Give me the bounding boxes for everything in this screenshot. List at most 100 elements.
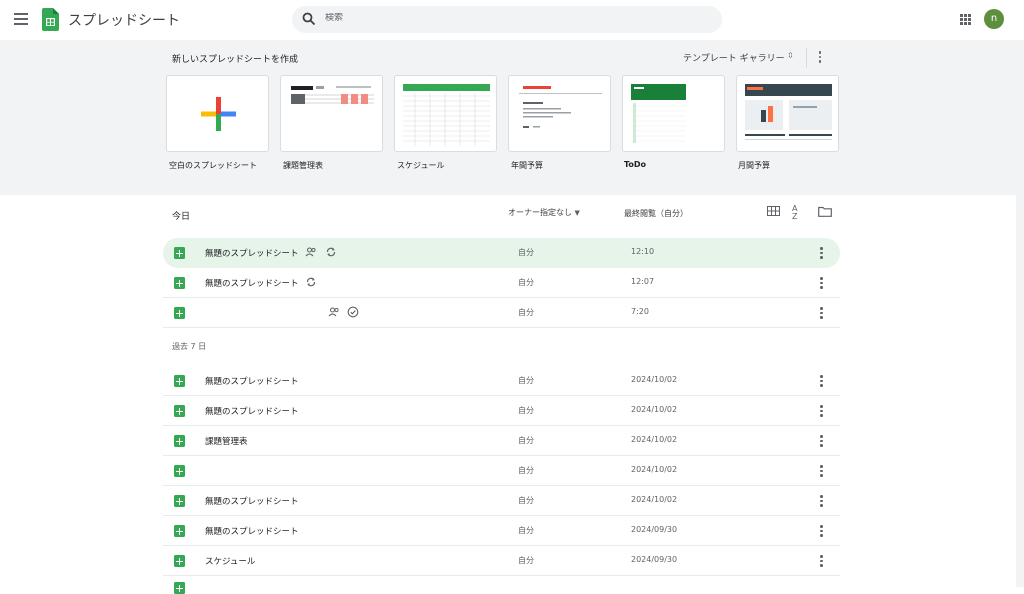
- file-name[interactable]: 課題管理表: [205, 435, 248, 447]
- template-more-options-icon[interactable]: [818, 51, 822, 64]
- file-owner: 自分: [518, 466, 534, 475]
- app-title[interactable]: スプレッドシート: [68, 10, 180, 30]
- grid-view-icon[interactable]: [767, 206, 780, 216]
- sheets-file-icon: [174, 247, 185, 259]
- file-row[interactable]: 自分 2024/10/02: [163, 456, 840, 486]
- divider: [806, 48, 807, 68]
- more-options-icon[interactable]: [820, 555, 823, 567]
- template-label[interactable]: ToDo: [624, 160, 646, 169]
- file-owner: 自分: [518, 278, 534, 287]
- sort-by-last-opened[interactable]: 最終閲覧（自分）: [624, 208, 688, 219]
- sheets-file-icon: [174, 465, 185, 477]
- template-label[interactable]: スケジュール: [397, 160, 444, 171]
- main-menu-icon[interactable]: [14, 13, 28, 25]
- sheets-file-icon: [174, 375, 185, 387]
- template-card-issue-tracker[interactable]: [280, 75, 383, 152]
- template-thumbnail: [631, 84, 686, 143]
- file-last-opened: 7:20: [631, 307, 649, 316]
- file-last-opened: 2024/10/02: [631, 375, 678, 384]
- more-options-icon[interactable]: [820, 465, 823, 477]
- sheets-logo-icon[interactable]: [42, 8, 59, 35]
- file-row[interactable]: 無題のスプレッドシート 自分 2024/09/30: [163, 516, 840, 546]
- template-card-schedule[interactable]: [394, 75, 497, 152]
- file-name[interactable]: 無題のスプレッドシート: [205, 405, 299, 417]
- sheets-file-icon: [174, 405, 185, 417]
- more-options-icon[interactable]: [820, 525, 823, 537]
- account-avatar[interactable]: n: [984, 9, 1004, 29]
- template-heading: 新しいスプレッドシートを作成: [172, 55, 299, 65]
- more-options-icon[interactable]: [820, 307, 823, 319]
- file-row[interactable]: 無題のスプレッドシート 自分 2024/10/02: [163, 486, 840, 516]
- file-row[interactable]: [163, 576, 840, 594]
- sync-icon: [326, 247, 336, 257]
- shared-icon: [328, 307, 339, 317]
- template-label[interactable]: 課題管理表: [283, 160, 323, 171]
- file-row[interactable]: 課題管理表 自分 2024/10/02: [163, 426, 840, 456]
- template-label[interactable]: 空白のスプレッドシート: [169, 160, 257, 171]
- file-name[interactable]: 無題のスプレッドシート: [205, 375, 299, 387]
- file-last-opened: 2024/10/02: [631, 465, 678, 474]
- sheets-file-icon: [174, 495, 185, 507]
- sheets-file-icon: [174, 307, 185, 319]
- more-options-icon[interactable]: [820, 247, 823, 259]
- file-name[interactable]: 無題のスプレッドシート: [205, 495, 299, 507]
- file-owner: 自分: [518, 248, 534, 257]
- sheets-file-icon: [174, 582, 185, 594]
- section-title-past-week: 過去 7 日: [172, 342, 207, 351]
- file-name[interactable]: 無題のスプレッドシート: [205, 247, 299, 259]
- file-owner: 自分: [518, 308, 534, 317]
- expand-collapse-icon[interactable]: ⇳: [787, 51, 794, 60]
- file-last-opened: 12:10: [631, 247, 655, 256]
- template-label[interactable]: 月間予算: [738, 160, 770, 171]
- file-name[interactable]: 無題のスプレッドシート: [205, 525, 299, 537]
- template-card-blank[interactable]: [166, 75, 269, 152]
- offline-ready-icon: [347, 306, 359, 318]
- more-options-icon[interactable]: [820, 495, 823, 507]
- file-row[interactable]: 無題のスプレッドシート 自分 12:10: [163, 238, 840, 268]
- search-input[interactable]: [325, 13, 705, 23]
- file-row[interactable]: スケジュール 自分 2024/09/30: [163, 546, 840, 576]
- sheets-file-icon: [174, 435, 185, 447]
- sort-az-icon[interactable]: AZ: [792, 205, 797, 221]
- more-options-icon[interactable]: [820, 435, 823, 447]
- template-card-annual-budget[interactable]: [508, 75, 611, 152]
- sync-icon: [306, 277, 316, 287]
- caret-down-icon: ▼: [574, 209, 580, 217]
- file-owner: 自分: [518, 496, 534, 505]
- file-owner: 自分: [518, 436, 534, 445]
- template-card-todo[interactable]: [622, 75, 725, 152]
- search-bar[interactable]: [292, 6, 722, 33]
- file-row[interactable]: 自分 7:20: [163, 298, 840, 328]
- template-thumbnail: [403, 84, 490, 146]
- more-options-icon[interactable]: [820, 277, 823, 289]
- file-name[interactable]: 無題のスプレッドシート: [205, 277, 299, 289]
- google-apps-icon[interactable]: [960, 14, 971, 25]
- file-name[interactable]: スケジュール: [205, 555, 255, 567]
- owner-filter-dropdown[interactable]: オーナー指定なし ▼: [508, 207, 580, 218]
- file-last-opened: 2024/10/02: [631, 405, 678, 414]
- template-panel: 新しいスプレッドシートを作成 テンプレート ギャラリー ⇳ 空白のスプレッドシー…: [0, 40, 1016, 195]
- search-icon[interactable]: [302, 12, 316, 26]
- more-options-icon[interactable]: [820, 405, 823, 417]
- more-options-icon[interactable]: [820, 375, 823, 387]
- file-row[interactable]: 無題のスプレッドシート 自分 2024/10/02: [163, 396, 840, 426]
- folder-icon[interactable]: [818, 206, 832, 217]
- file-row[interactable]: 無題のスプレッドシート 自分 12:07: [163, 268, 840, 298]
- template-card-monthly-budget[interactable]: [736, 75, 839, 152]
- template-thumbnail: [291, 86, 374, 104]
- file-last-opened: 2024/10/02: [631, 435, 678, 444]
- file-owner: 自分: [518, 526, 534, 535]
- section-title-today: 今日: [172, 212, 191, 222]
- sheets-file-icon: [174, 555, 185, 567]
- template-label[interactable]: 年間予算: [511, 160, 543, 171]
- template-gallery-button[interactable]: テンプレート ギャラリー ⇳: [683, 51, 794, 64]
- template-gallery-label: テンプレート ギャラリー: [683, 54, 785, 64]
- file-row[interactable]: 無題のスプレッドシート 自分 2024/10/02: [163, 366, 840, 396]
- file-last-opened: 2024/10/02: [631, 495, 678, 504]
- file-owner: 自分: [518, 556, 534, 565]
- file-last-opened: 2024/09/30: [631, 525, 678, 534]
- template-thumbnail: [519, 86, 602, 128]
- scrollbar[interactable]: [1016, 40, 1024, 587]
- owner-filter-label: オーナー指定なし: [508, 208, 572, 217]
- plus-icon: [201, 97, 236, 131]
